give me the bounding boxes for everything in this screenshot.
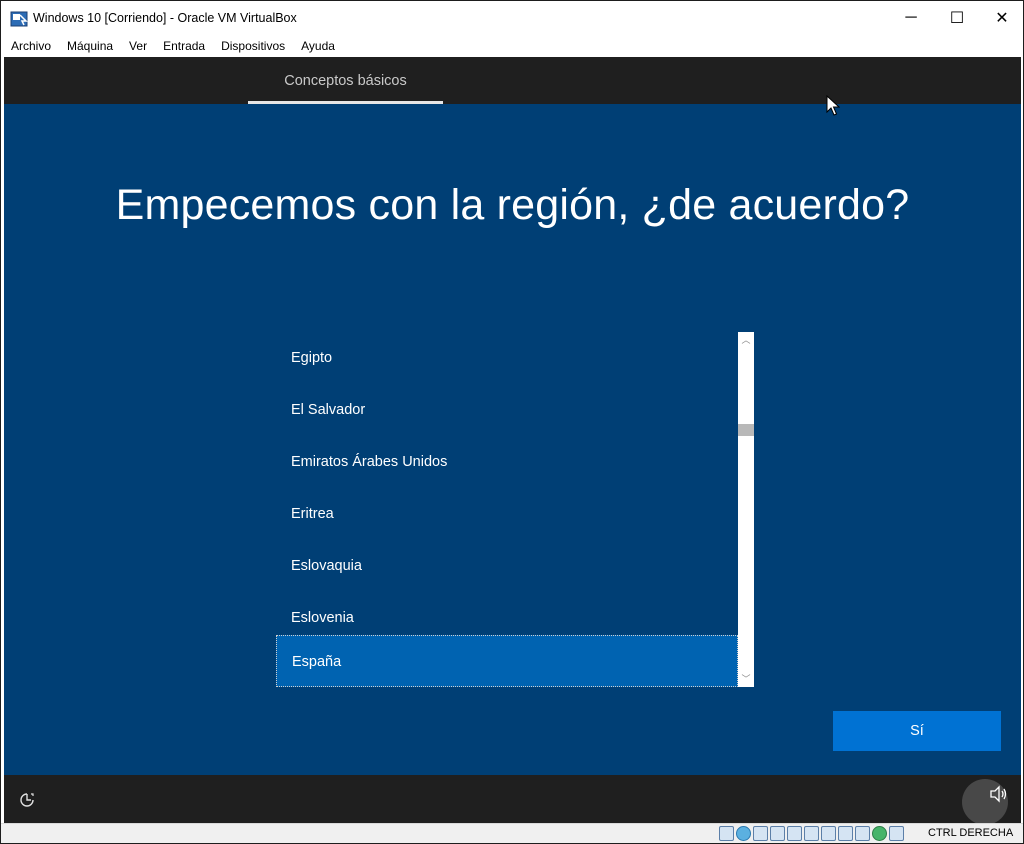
list-item-espana-selected[interactable]: España [276, 635, 738, 687]
virtualbox-window: Windows 10 [Corriendo] - Oracle VM Virtu… [0, 0, 1024, 844]
accessibility-icon[interactable] [18, 791, 36, 809]
recording-icon[interactable] [838, 826, 853, 841]
optical-drive-icon[interactable] [736, 826, 751, 841]
scroll-up-arrow-icon[interactable]: ︿ [738, 332, 754, 348]
setup-bottom-bar [4, 775, 1021, 823]
usb-icon[interactable] [787, 826, 802, 841]
menu-archivo[interactable]: Archivo [11, 35, 51, 57]
host-key-label: CTRL DERECHA [928, 827, 1014, 839]
audio-icon[interactable] [753, 826, 768, 841]
list-item-el-salvador[interactable]: El Salvador [276, 384, 738, 436]
hard-disk-icon[interactable] [719, 826, 734, 841]
mouse-integration-icon[interactable] [889, 826, 904, 841]
list-item-egipto[interactable]: Egipto [276, 332, 738, 384]
list-scrollbar[interactable]: ︿ ﹀ [738, 332, 754, 687]
menu-ver[interactable]: Ver [129, 35, 147, 57]
status-bar: CTRL DERECHA [1, 823, 1023, 843]
network-icon[interactable] [770, 826, 785, 841]
tab-underline [248, 101, 443, 104]
minimize-button[interactable]: ─ [888, 1, 934, 35]
scroll-down-arrow-icon[interactable]: ﹀ [738, 671, 754, 687]
tab-conceptos-basicos: Conceptos básicos [284, 73, 407, 89]
si-button[interactable]: Sí [833, 711, 1001, 751]
list-item-emiratos-arabes-unidos[interactable]: Emiratos Árabes Unidos [276, 436, 738, 488]
setup-top-bar: Conceptos básicos [4, 57, 1021, 104]
menu-bar: Archivo Máquina Ver Entrada Dispositivos… [1, 35, 1023, 57]
page-title: Empecemos con la región, ¿de acuerdo? [115, 181, 910, 229]
maximize-button[interactable]: ☐ [934, 1, 980, 35]
list-item-eslovaquia[interactable]: Eslovaquia [276, 540, 738, 592]
list-item-eritrea[interactable]: Eritrea [276, 488, 738, 540]
mouse-pointer-icon [826, 95, 840, 116]
scroll-thumb[interactable] [738, 424, 754, 436]
virtualbox-app-icon [10, 11, 28, 27]
menu-maquina[interactable]: Máquina [67, 35, 113, 57]
shared-folders-icon[interactable] [804, 826, 819, 841]
display-icon[interactable] [821, 826, 836, 841]
region-list[interactable]: Egipto El Salvador Emiratos Árabes Unido… [276, 332, 754, 687]
guest-additions-icon[interactable] [872, 826, 887, 841]
device-status-icons [719, 826, 904, 841]
title-bar[interactable]: Windows 10 [Corriendo] - Oracle VM Virtu… [1, 1, 1023, 35]
menu-dispositivos[interactable]: Dispositivos [221, 35, 285, 57]
menu-ayuda[interactable]: Ayuda [301, 35, 335, 57]
volume-icon[interactable] [989, 785, 1009, 803]
window-title: Windows 10 [Corriendo] - Oracle VM Virtu… [33, 11, 297, 25]
vm-display[interactable]: Conceptos básicos Empecemos con la regió… [4, 57, 1021, 823]
menu-entrada[interactable]: Entrada [163, 35, 205, 57]
close-button[interactable]: ✕ [979, 1, 1024, 35]
virtualization-icon[interactable] [855, 826, 870, 841]
